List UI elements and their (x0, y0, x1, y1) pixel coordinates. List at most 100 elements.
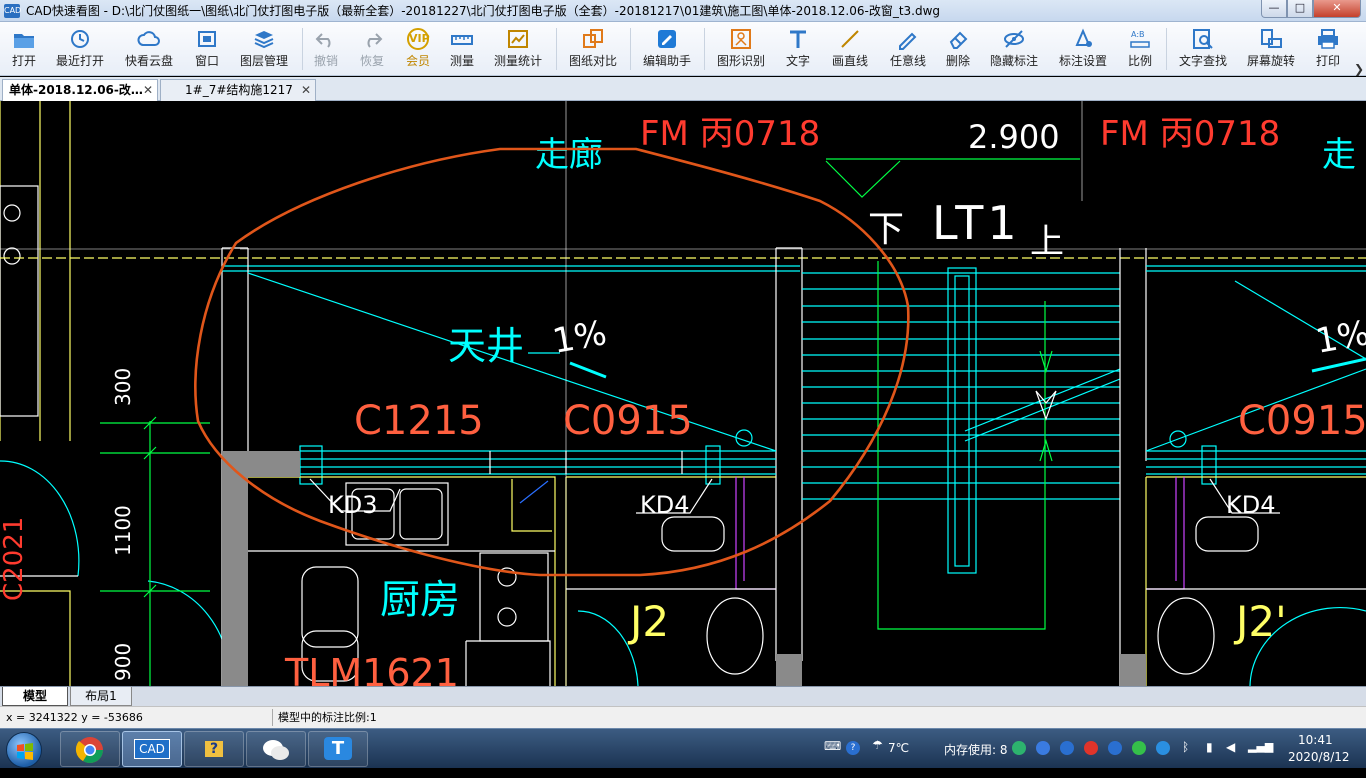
tab-model[interactable]: 模型 (2, 687, 68, 706)
memory-usage[interactable]: 内存使用: 8 (944, 741, 1008, 758)
redo-button[interactable]: 恢复 (354, 26, 390, 72)
tab-current-drawing[interactable]: 单体-2018.12.06-改… ✕ (2, 79, 158, 101)
system-tray: ⌨ ? ☂ 7℃ 内存使用: 8 ᛒ ▮ ◀ ▂▄▆ 10:41 2020/8/… (820, 729, 1366, 769)
label-kd4-right: KD4 (1226, 491, 1276, 519)
maximize-button[interactable]: □ (1287, 0, 1313, 18)
vip-icon: VIP (407, 28, 430, 50)
taskbar-cad[interactable]: CAD (122, 731, 182, 767)
shape-recognize-button[interactable]: 图形识别 (712, 26, 770, 72)
layer-manager-button[interactable]: 图层管理 (236, 26, 292, 72)
keyboard-icon[interactable]: ⌨ (824, 739, 841, 753)
weather-icon[interactable]: ☂ (872, 738, 883, 752)
clock-time[interactable]: 10:41 (1298, 733, 1333, 747)
label-door-tlm1621: TLM1621 (284, 651, 459, 686)
label-dimension-1100: 1100 (111, 505, 135, 556)
hide-annotation-icon (1002, 28, 1026, 50)
open-button[interactable]: 打开 (4, 26, 44, 72)
toolbar-more-icon[interactable]: ❯ (1354, 62, 1364, 76)
slope-arrow (569, 361, 607, 379)
taskbar-chrome[interactable] (60, 731, 120, 767)
column-fill (776, 654, 802, 686)
annotation-settings-button[interactable]: 标注设置 (1054, 26, 1112, 72)
recent-open-button[interactable]: 最近打开 (52, 26, 108, 72)
freehand-button[interactable]: 任意线 (884, 26, 932, 72)
edit-helper-icon (655, 28, 679, 50)
right-beam-lines (1146, 265, 1366, 272)
undo-button[interactable]: 撤销 (308, 26, 344, 72)
netease-icon[interactable] (1084, 741, 1098, 755)
help-icon[interactable]: ? (846, 741, 860, 755)
label-stair-up: 上 (1030, 222, 1064, 262)
tab-structure-drawing[interactable]: 1#_7#结构施1217 ✕ (160, 79, 316, 101)
edit-helper-button[interactable]: 编辑助手 (638, 26, 696, 72)
freehand-icon (896, 28, 920, 50)
vip-button[interactable]: VIP 会员 (400, 26, 436, 72)
measure-stats-icon (506, 28, 530, 50)
stair-break-mark (1035, 390, 1057, 421)
close-button[interactable]: ✕ (1313, 0, 1361, 18)
main-toolbar: 打开 最近打开 快看云盘 窗口 图层管理 撤销 恢复 VIP 会员 测量 测量统… (0, 22, 1366, 76)
sink-basin (399, 488, 443, 540)
markup-annotation-loop[interactable] (194, 147, 910, 577)
tab-close-icon[interactable]: ✕ (301, 80, 311, 100)
measure-stats-button[interactable]: 测量统计 (490, 26, 546, 72)
drawing-canvas[interactable]: 走廊 走 FM 丙0718 FM 丙0718 2.900 下 LT1 上 天井 … (0, 101, 1366, 686)
label-fire-door-right: FM 丙0718 (1100, 114, 1280, 154)
qq-icon[interactable] (1108, 741, 1122, 755)
column-fill (222, 451, 248, 686)
network-icon[interactable]: ▂▄▆ (1248, 740, 1273, 753)
toolbar-divider (704, 28, 705, 70)
left-fixture-circle (3, 204, 21, 222)
scale-button[interactable]: A:B 比例 (1122, 26, 1158, 72)
taskbar-help-folder[interactable]: ? (184, 731, 244, 767)
label-fire-door-left: FM 丙0718 (640, 114, 820, 154)
compare-button[interactable]: 图纸对比 (564, 26, 622, 72)
weather-temperature[interactable]: 7℃ (888, 741, 909, 755)
taskbar-wechat[interactable] (246, 731, 306, 767)
measure-button[interactable]: 测量 (444, 26, 480, 72)
text-search-icon (1191, 28, 1215, 50)
bluetooth-icon[interactable]: ᛒ (1182, 740, 1189, 754)
label-window-c2021: C2021 (0, 517, 29, 601)
hide-annotation-button[interactable]: 隐藏标注 (986, 26, 1042, 72)
recent-icon (68, 28, 92, 50)
rotate-screen-button[interactable]: 屏幕旋转 (1242, 26, 1300, 72)
help-folder-icon: ? (204, 741, 224, 757)
text-app-icon: T (323, 737, 353, 760)
wechat-icon (263, 740, 289, 760)
label-kd3: KD3 (328, 491, 378, 519)
google-icon[interactable] (1156, 741, 1170, 755)
toolbar-divider (630, 28, 631, 70)
tab-close-icon[interactable]: ✕ (143, 80, 153, 100)
wechat-tray-icon[interactable] (1132, 741, 1146, 755)
delete-button[interactable]: 删除 (940, 26, 976, 72)
layers-icon (252, 28, 276, 50)
text-search-button[interactable]: 文字查找 (1174, 26, 1232, 72)
redo-icon (360, 28, 384, 50)
start-button[interactable] (6, 732, 42, 768)
tab-layout1[interactable]: 布局1 (70, 687, 132, 706)
label-corridor: 走廊 (535, 135, 603, 175)
battery-icon[interactable]: ▮ (1206, 740, 1213, 754)
cloud-disk-button[interactable]: 快看云盘 (120, 26, 178, 72)
draw-line-button[interactable]: 画直线 (826, 26, 874, 72)
label-j2: J2 (627, 597, 669, 646)
print-button[interactable]: 打印 (1310, 26, 1346, 72)
text-button[interactable]: 文字 (780, 26, 816, 72)
minimize-button[interactable]: — (1261, 0, 1287, 18)
window-button[interactable]: 窗口 (188, 26, 226, 72)
title-bar: CAD CAD快速看图 - D:\北门仗图纸一\图纸\北门仗打图电子版（最新全套… (0, 0, 1366, 22)
stair-outline (877, 261, 1046, 630)
label-window-c0915: C0915 (563, 398, 693, 444)
taskbar: CAD ? T ⌨ ? ☂ 7℃ 内存使用: 8 ᛒ ▮ ◀ ▂▄▆ 10:41… (0, 728, 1366, 768)
door-swing-arc (577, 610, 639, 686)
shield-icon[interactable] (1060, 741, 1074, 755)
taskbar-text-app[interactable]: T (308, 731, 368, 767)
tab-label: 1#_7#结构施1217 (185, 83, 293, 97)
settings-gear-icon[interactable] (1036, 741, 1050, 755)
clock-date[interactable]: 2020/8/12 (1288, 750, 1350, 764)
security-icon[interactable] (1012, 741, 1026, 755)
document-tabs: 单体-2018.12.06-改… ✕ 1#_7#结构施1217 ✕ (0, 77, 1366, 101)
stair-break-line (964, 368, 1121, 442)
volume-icon[interactable]: ◀ (1226, 740, 1235, 754)
